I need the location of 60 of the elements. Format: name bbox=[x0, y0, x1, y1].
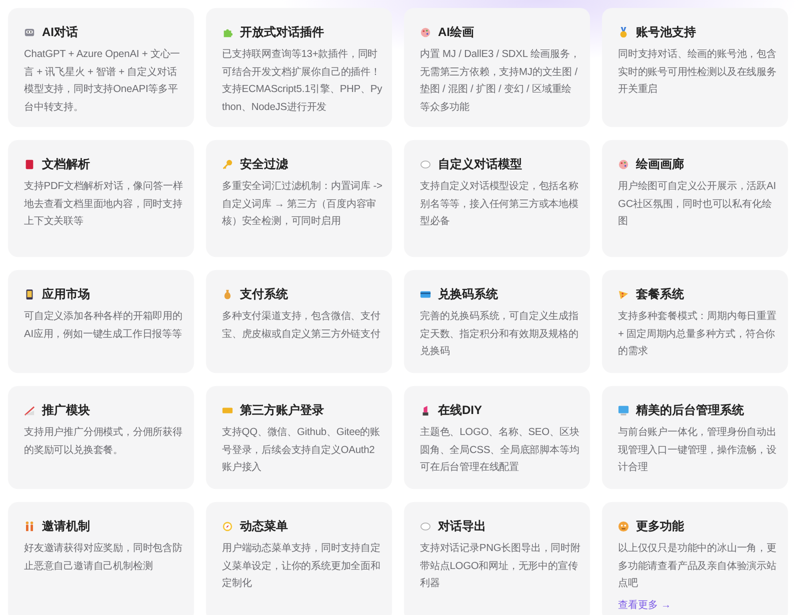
feature-title: 账号池支持 bbox=[636, 24, 696, 41]
chart-icon bbox=[24, 404, 35, 416]
feature-title: 套餐系统 bbox=[636, 286, 684, 303]
feature-description: 支持用户推广分佣模式，分佣所获得的奖励可以兑换套餐。 bbox=[24, 426, 184, 458]
monitor-icon bbox=[618, 404, 629, 416]
feature-description: 支持多种套餐模式：周期内每日重置 + 固定周期内总量多种方式，符合你的需求 bbox=[618, 310, 778, 359]
feature-title: 更多功能 bbox=[636, 518, 684, 535]
phone-icon bbox=[24, 288, 35, 300]
feature-title: 开放式对话插件 bbox=[240, 24, 324, 41]
feature-title: 动态菜单 bbox=[240, 518, 288, 535]
palette-icon bbox=[420, 26, 431, 38]
medal-icon bbox=[618, 26, 629, 38]
feature-description: 以上仅仅只是功能中的冰山一角，更多功能请查看产品及亲自体验演示站点吧 bbox=[618, 542, 778, 591]
robot-icon bbox=[24, 26, 35, 38]
feature-description: 用户端动态菜单支持，同时支持自定义菜单设定，让你的系统更加全面和定制化 bbox=[222, 542, 382, 591]
feature-title: 安全过滤 bbox=[240, 156, 288, 173]
pizza-icon bbox=[618, 288, 629, 300]
feature-description: 支持对话记录PNG长图导出，同时附带站点LOGO和网址，无形中的宣传利器 bbox=[420, 542, 581, 591]
feature-description: 内置 MJ / DallE3 / SDXL 绘画服务，无需第三方依赖，支持MJ的文生图 / 垫图 / 混图 / 扩图 / 变幻 / 区域重绘等众多功能 bbox=[420, 48, 581, 114]
feature-description: 主题色、LOGO、名称、SEO、区块圆角、全局CSS、全局底部脚本等均可在后台管理在线配置 bbox=[420, 426, 580, 475]
feature-title: 绘画画廊 bbox=[636, 156, 684, 173]
card-icon bbox=[420, 288, 431, 300]
feature-description: ChatGPT + Azure OpenAI + 文心一言 + 讯飞星火 + 智谱 + 自定义对话模型支持，同时支持OneAPI等多平台中转支持。 bbox=[24, 48, 182, 114]
palette-icon bbox=[618, 158, 629, 170]
feature-title: 第三方账户登录 bbox=[240, 402, 324, 419]
feature-description: 完善的兑换码系统，可自定义生成指定天数、指定积分和有效期及规格的兑换码 bbox=[420, 310, 580, 359]
feature-title: 推广模块 bbox=[42, 402, 90, 419]
key-icon bbox=[222, 158, 233, 170]
feature-description: 支持自定义对话模型设定，包括名称别名等等，接入任何第三方或本地模型必备 bbox=[420, 180, 580, 229]
feature-description: 支持PDF文档解析对话，像问答一样地去查看文档里面地内容，同时支持上下文关联等 bbox=[24, 180, 184, 229]
feature-title: 邀请机制 bbox=[42, 518, 90, 535]
feature-description: 可自定义添加各种各样的开箱即用的AI应用，例如一键生成工作日报等等 bbox=[24, 310, 184, 342]
feature-title: AI对话 bbox=[42, 24, 78, 41]
puzzle-icon bbox=[222, 26, 233, 38]
feature-description: 已支持联网查询等13+款插件，同时可结合开发文档扩展你自己的插件！支持ECMAScript5.1引擎、PHP、Python、NodeJS进行开发 bbox=[222, 48, 383, 114]
feature-description: 多种支付渠道支持，包含微信、支付宝、虎皮椒或自定义第三方外链支付 bbox=[222, 310, 382, 342]
feature-title: 对话导出 bbox=[438, 518, 486, 535]
book-icon bbox=[24, 158, 35, 170]
feature-title: 应用市场 bbox=[42, 286, 90, 303]
lipstick-icon bbox=[420, 404, 431, 416]
feature-description: 与前台账户一体化，管理身份自动出现管理入口一键管理，操作流畅，设计合理 bbox=[618, 426, 778, 475]
speech-bubble-icon bbox=[420, 520, 431, 532]
compass-icon bbox=[222, 520, 233, 532]
feature-title: 精美的后台管理系统 bbox=[636, 402, 744, 419]
feature-description: 用户绘图可自定义公开展示，活跃AIGC社区氛围，同时也可以私有化绘图 bbox=[618, 180, 777, 229]
face-icon bbox=[618, 520, 629, 532]
feature-title: 在线DIY bbox=[438, 402, 482, 419]
feature-title: 文档解析 bbox=[42, 156, 90, 173]
feature-description: 支持QQ、微信、Github、Gitee的账号登录，后续会支持自定义OAuth2账户接入 bbox=[222, 426, 382, 475]
view-more-link[interactable]: 查看更多 → bbox=[618, 598, 672, 614]
speech-bubble-icon bbox=[420, 158, 431, 170]
money-bag-icon bbox=[222, 288, 233, 300]
feature-title: 兑换码系统 bbox=[438, 286, 498, 303]
feature-description: 好友邀请获得对应奖励，同时包含防止恶意自己邀请自己机制检测 bbox=[24, 542, 184, 574]
feature-description: 同时支持对话、绘画的账号池，包含实时的账号可用性检测以及在线服务开关重启 bbox=[618, 48, 778, 97]
feature-title: 支付系统 bbox=[240, 286, 288, 303]
feature-title: AI绘画 bbox=[438, 24, 474, 41]
feature-title: 自定义对话模型 bbox=[438, 156, 522, 173]
feature-description: 多重安全词汇过滤机制：内置词库 -> 自定义词库 → 第三方（百度内容审核）安全检测，可同时启用 bbox=[222, 180, 383, 229]
people-icon bbox=[24, 520, 35, 532]
